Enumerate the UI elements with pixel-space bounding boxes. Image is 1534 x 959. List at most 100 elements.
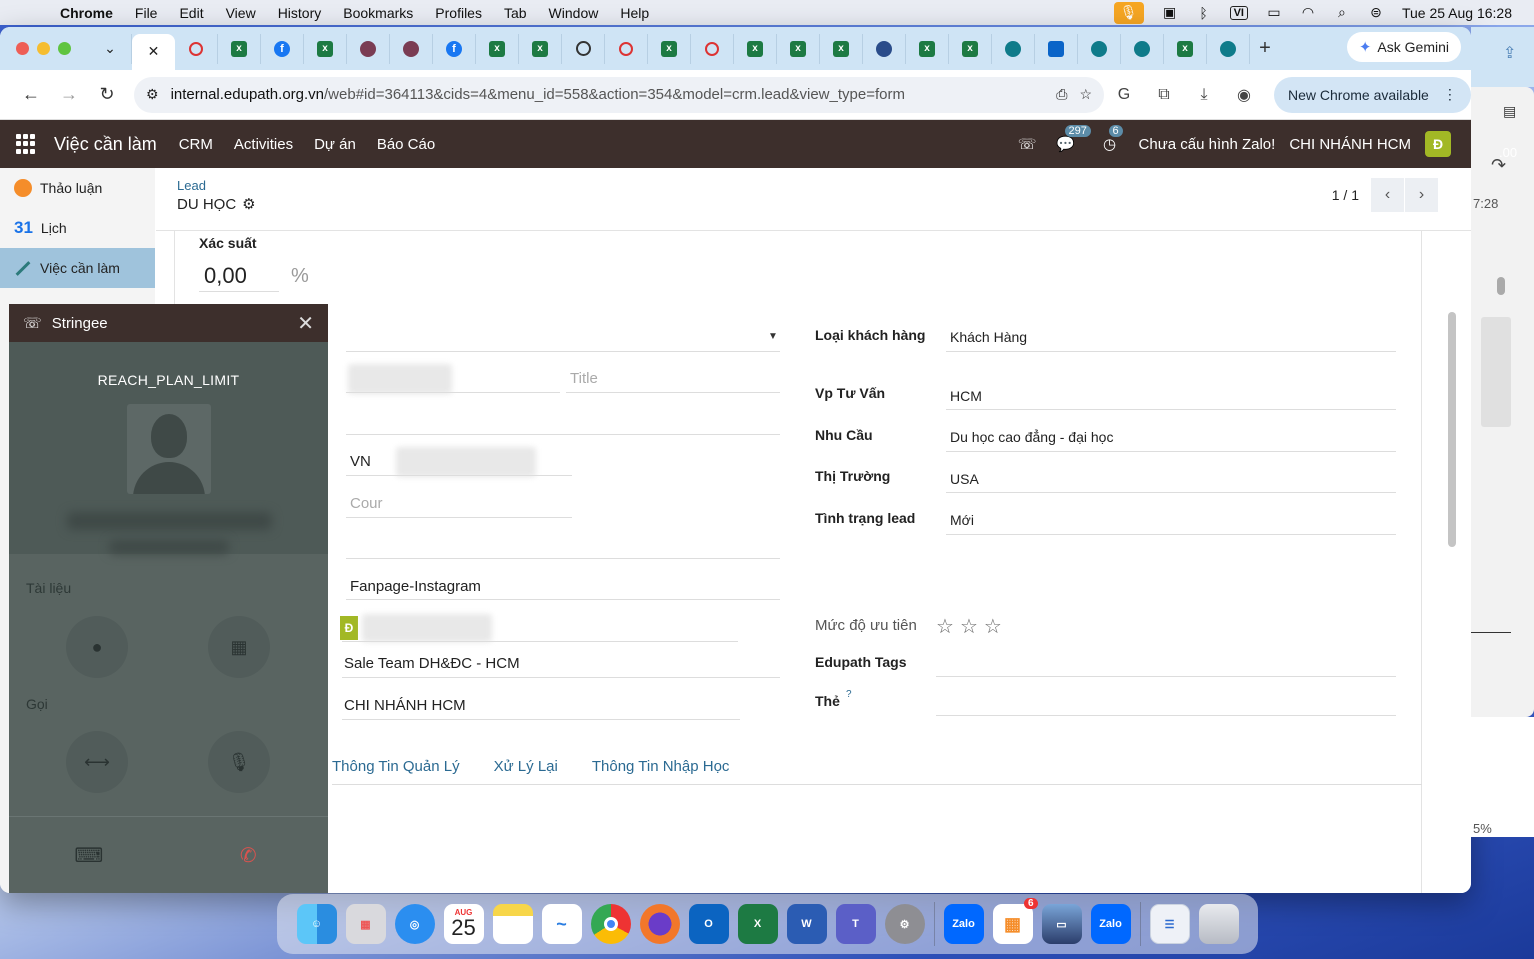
tab-seal[interactable] xyxy=(390,33,433,64)
notes-icon[interactable] xyxy=(492,904,533,944)
tab-excel[interactable]: x xyxy=(1164,33,1207,64)
site-settings-icon[interactable]: ⚙ xyxy=(146,86,159,103)
tab-excel[interactable]: x xyxy=(734,33,777,64)
help-question-icon[interactable]: ? xyxy=(846,689,852,700)
title-input[interactable]: Title xyxy=(570,370,598,387)
menu-history[interactable]: History xyxy=(278,5,322,21)
preview-icon[interactable]: ▭ xyxy=(1041,904,1082,944)
menu-du-an[interactable]: Dự án xyxy=(314,136,356,153)
profile-avatar-icon[interactable]: ◉ xyxy=(1224,85,1264,105)
tab-excel[interactable]: x xyxy=(218,33,261,64)
trash-icon[interactable] xyxy=(1198,904,1239,944)
source-field[interactable]: Fanpage-Instagram xyxy=(350,578,481,595)
sidebar-item-viec-can-lam[interactable]: Việc cần làm xyxy=(0,248,155,288)
hangup-phone-icon[interactable]: ✆ xyxy=(169,843,329,868)
microphone-icon[interactable]: 🎙 xyxy=(1113,1,1144,24)
chrome-icon[interactable] xyxy=(590,904,631,944)
tab-seal[interactable] xyxy=(347,33,390,64)
ask-gemini-button[interactable]: ✦ Ask Gemini xyxy=(1346,32,1461,62)
teams-status-icon[interactable]: ▣ xyxy=(1162,4,1178,21)
star-icon[interactable]: ☆ xyxy=(960,614,978,639)
menu-bao-cao[interactable]: Báo Cáo xyxy=(377,136,435,153)
contact-person-icon[interactable]: ● xyxy=(66,616,128,678)
user-avatar[interactable]: Đ xyxy=(1425,131,1451,157)
activities-button[interactable]: ◷ 6 xyxy=(1095,125,1125,153)
customer-type-field[interactable]: Khách Hàng xyxy=(950,329,1027,345)
firefox-icon[interactable] xyxy=(639,904,680,944)
star-icon[interactable]: ☆ xyxy=(984,614,1002,639)
tab-excel[interactable]: x xyxy=(777,33,820,64)
back-arrow-icon[interactable]: ← xyxy=(12,84,50,105)
tab-excel[interactable]: x xyxy=(648,33,691,64)
tab-chatgpt[interactable] xyxy=(562,33,605,64)
star-icon[interactable]: ☆ xyxy=(936,614,954,639)
tab-sharepoint[interactable] xyxy=(992,33,1035,64)
finder-icon[interactable]: ☺ xyxy=(296,904,337,944)
calendar-note-icon[interactable]: ▦ xyxy=(208,616,270,678)
calendar-app-icon[interactable]: AUG 25 xyxy=(443,904,484,944)
tab-excel[interactable]: x xyxy=(949,33,992,64)
bookmark-star-icon[interactable]: ☆ xyxy=(1079,86,1092,103)
layout-icon[interactable]: ▤ xyxy=(1503,103,1516,120)
menu-app-name[interactable]: Chrome xyxy=(60,5,113,21)
minimize-window-button[interactable] xyxy=(37,42,50,55)
tab-sharepoint[interactable] xyxy=(1121,33,1164,64)
teams-icon[interactable]: T xyxy=(835,904,876,944)
zoom-window-button[interactable] xyxy=(58,42,71,55)
tab-facebook[interactable]: f xyxy=(261,33,304,64)
install-app-icon[interactable]: ⎙ xyxy=(1056,86,1067,103)
messages-button[interactable]: 💬 297 xyxy=(1051,125,1091,153)
app-store-icon[interactable]: ▦ 6 xyxy=(992,898,1038,944)
sidebar-item-thao-luan[interactable]: Thảo luận xyxy=(0,168,155,208)
menu-file[interactable]: File xyxy=(135,5,158,21)
launchpad-icon[interactable]: ▦ xyxy=(345,904,386,944)
tab-excel[interactable]: x xyxy=(906,33,949,64)
menu-crm[interactable]: CRM xyxy=(179,136,213,153)
company-field[interactable]: CHI NHÁNH HCM xyxy=(344,697,466,714)
new-chrome-available-button[interactable]: New Chrome available ⋮ xyxy=(1274,76,1471,113)
form-scrollbar[interactable] xyxy=(1448,312,1456,547)
kebab-menu-icon[interactable]: ⋮ xyxy=(1443,86,1457,103)
new-tab-plus-icon[interactable]: + xyxy=(1250,37,1280,60)
the-field[interactable] xyxy=(936,715,1396,716)
country-input[interactable]: Cour xyxy=(350,495,383,512)
tab-seal[interactable] xyxy=(863,33,906,64)
dropdown-caret-icon[interactable]: ▼ xyxy=(768,331,778,342)
tab-sharepoint[interactable] xyxy=(1207,33,1250,64)
reload-icon[interactable]: ↻ xyxy=(88,84,126,105)
bluetooth-icon[interactable]: ᛒ xyxy=(1196,5,1212,21)
phone-icon[interactable]: ☏ xyxy=(1018,135,1037,153)
menu-bookmarks[interactable]: Bookmarks xyxy=(343,5,413,21)
tags-field[interactable] xyxy=(936,676,1396,677)
menu-help[interactable]: Help xyxy=(620,5,649,21)
tab-sharepoint[interactable] xyxy=(1078,33,1121,64)
zalo-icon[interactable]: Zalo xyxy=(1090,904,1131,944)
forward-arrow-icon[interactable]: → xyxy=(50,84,88,105)
tab-xu-ly-lai[interactable]: Xử Lý Lại xyxy=(494,758,558,775)
close-icon[interactable]: ✕ xyxy=(297,311,314,336)
microphone-icon[interactable]: 🎙 xyxy=(208,731,270,793)
chevron-left-icon[interactable]: ‹ xyxy=(1371,178,1405,212)
menu-edit[interactable]: Edit xyxy=(179,5,203,21)
menu-profiles[interactable]: Profiles xyxy=(435,5,482,21)
outlook-icon[interactable]: O xyxy=(688,904,729,944)
tab-facebook[interactable]: f xyxy=(433,33,476,64)
tab-thong-tin-quan-ly[interactable]: Thông Tin Quản Lý xyxy=(332,758,460,775)
sidebar-item-lich[interactable]: 31 Lịch xyxy=(0,208,155,248)
tab-excel[interactable]: x xyxy=(476,33,519,64)
lead-status-field[interactable]: Mới xyxy=(950,512,974,528)
transfer-arrows-icon[interactable]: ⟷ xyxy=(66,731,128,793)
google-translate-icon[interactable]: G xyxy=(1104,86,1144,104)
url-text[interactable]: internal.edupath.org.vn/web#id=364113&ci… xyxy=(171,86,1045,103)
scrollbar-thumb[interactable] xyxy=(1497,277,1505,295)
excel-icon[interactable]: X xyxy=(737,904,778,944)
word-icon[interactable]: W xyxy=(786,904,827,944)
market-field[interactable]: USA xyxy=(950,471,979,487)
office-field[interactable]: HCM xyxy=(950,388,982,404)
system-settings-icon[interactable]: ⚙ xyxy=(884,904,925,944)
probability-input[interactable]: 0,00 xyxy=(199,263,279,292)
extensions-puzzle-icon[interactable]: ⧉ xyxy=(1144,86,1184,104)
keyboard-icon[interactable]: ⌨ xyxy=(9,843,169,868)
app-brand[interactable]: Việc cần làm xyxy=(54,134,157,155)
tab-excel[interactable]: x xyxy=(820,33,863,64)
